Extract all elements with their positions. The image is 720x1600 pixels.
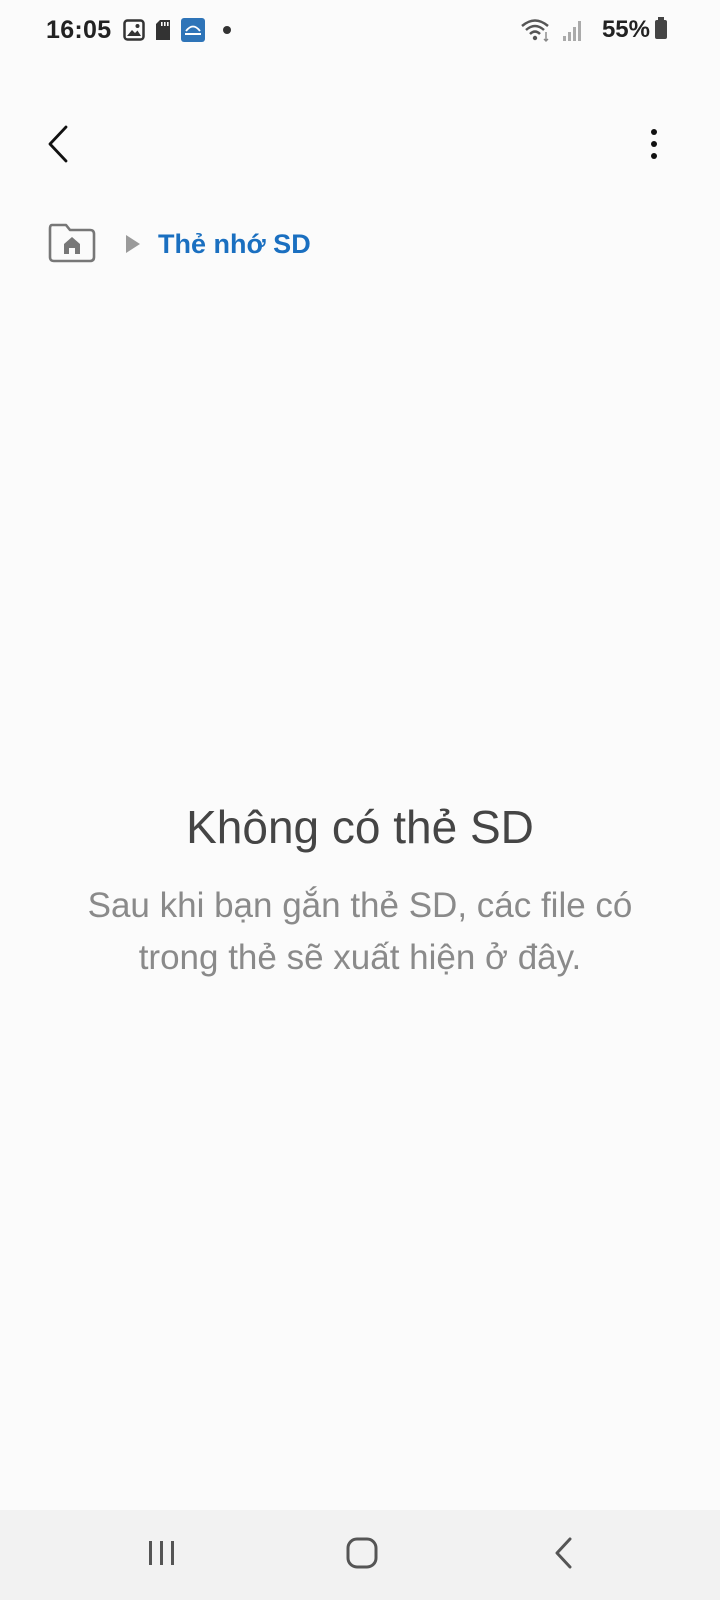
signal-icon <box>562 18 584 42</box>
status-left: 16:05 <box>46 15 232 45</box>
app-notification-icon <box>181 18 206 42</box>
nav-back-button[interactable] <box>524 1510 604 1600</box>
breadcrumb-home-button[interactable] <box>48 221 96 268</box>
dot-icon <box>223 26 232 34</box>
screen: 16:05 55% Thẻ nhớ SD Không có thẻ SD Sau… <box>0 0 720 1600</box>
empty-title: Không có thẻ SD <box>186 801 534 853</box>
battery-icon <box>654 16 668 45</box>
wifi-icon <box>520 17 552 43</box>
status-bar: 16:05 55% <box>0 0 720 60</box>
chevron-left-icon <box>47 125 69 168</box>
battery-percent: 55% <box>601 16 650 43</box>
breadcrumb: Thẻ nhớ SD <box>48 220 311 268</box>
back-icon <box>554 1537 574 1574</box>
back-button[interactable] <box>36 116 80 176</box>
navigation-bar <box>0 1510 720 1600</box>
home-icon <box>346 1537 378 1574</box>
nav-recents-button[interactable] <box>122 1510 202 1600</box>
more-options-button[interactable] <box>640 116 668 176</box>
breadcrumb-current[interactable]: Thẻ nhớ SD <box>158 229 311 260</box>
status-time: 16:05 <box>46 15 112 44</box>
recents-icon <box>147 1539 177 1572</box>
status-right: 55% <box>520 16 668 45</box>
home-folder-icon <box>48 221 96 268</box>
app-bar <box>0 110 720 190</box>
nav-home-button[interactable] <box>322 1510 402 1600</box>
empty-message: Sau khi bạn gắn thẻ SD, các file có tron… <box>87 886 633 977</box>
more-vertical-icon <box>650 128 658 165</box>
triangle-right-icon <box>124 234 142 254</box>
empty-state: Không có thẻ SD Sau khi bạn gắn thẻ SD, … <box>0 800 720 984</box>
gallery-icon <box>123 19 146 41</box>
sd-card-icon <box>155 19 171 41</box>
